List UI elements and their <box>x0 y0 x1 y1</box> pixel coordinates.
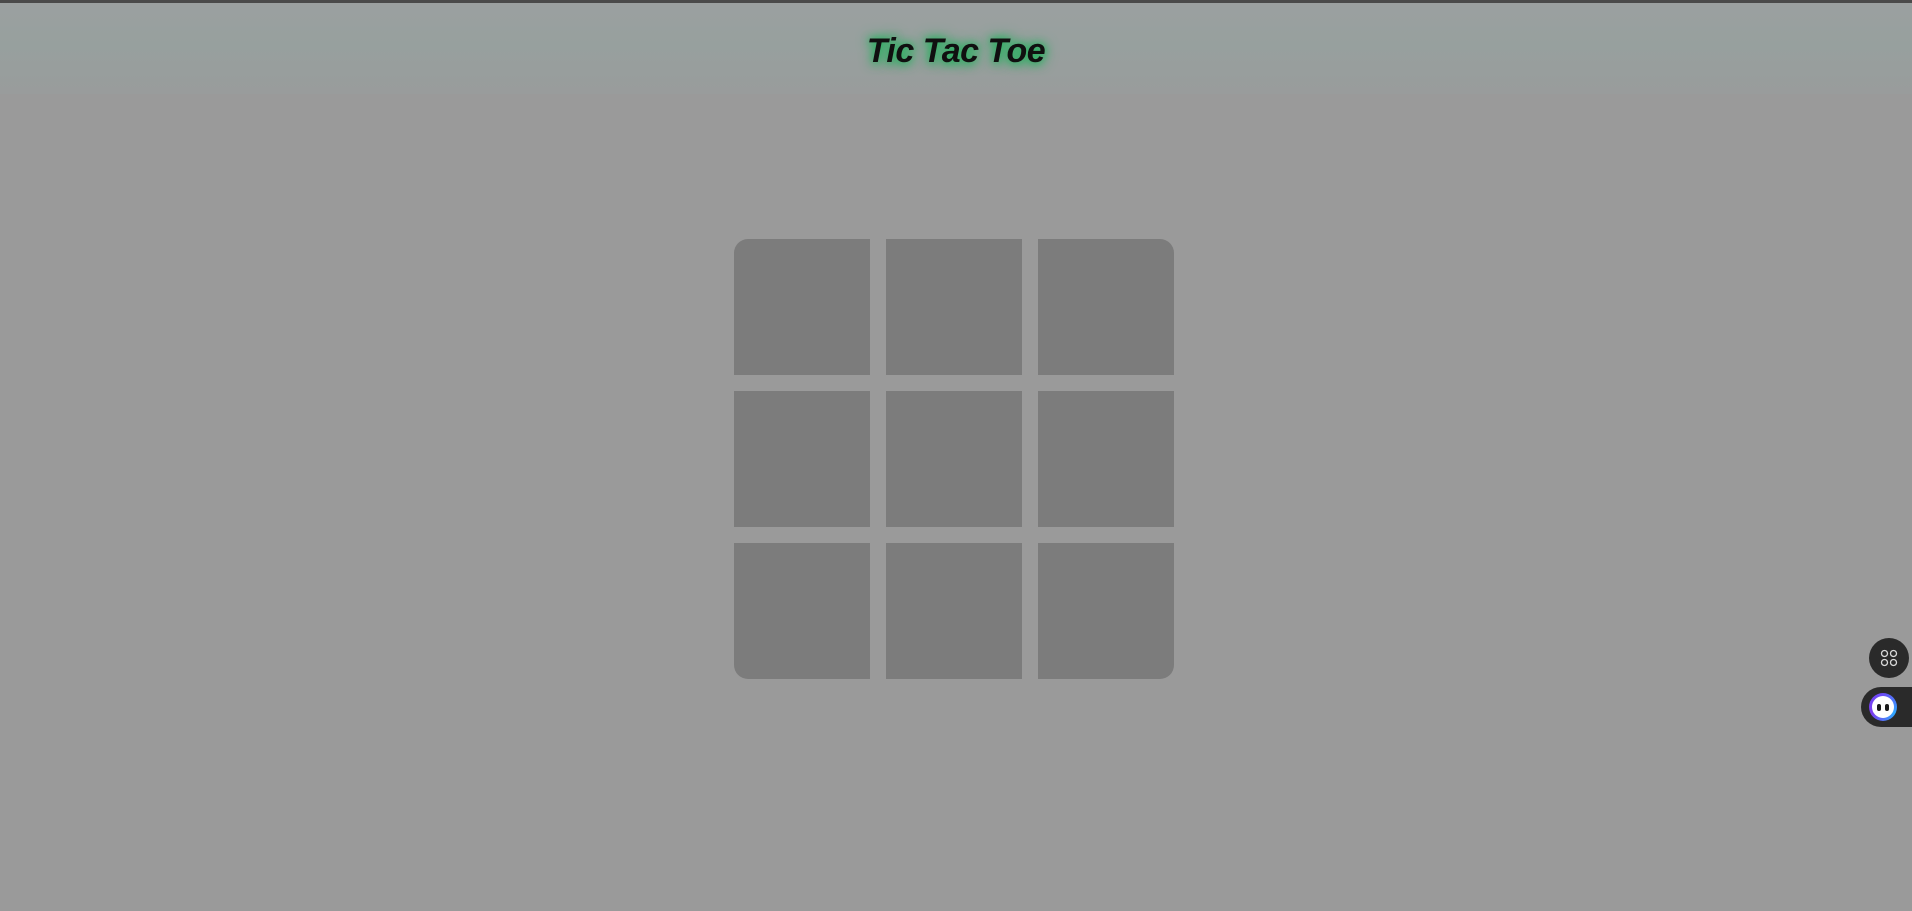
board-cell-5[interactable] <box>886 391 1022 527</box>
board-cell-3[interactable] <box>1038 239 1174 375</box>
board-cell-8[interactable] <box>886 543 1022 679</box>
board-cell-6[interactable] <box>1038 391 1174 527</box>
board-cell-2[interactable] <box>886 239 1022 375</box>
board-cell-9[interactable] <box>1038 543 1174 679</box>
board-cell-4[interactable] <box>734 391 870 527</box>
assistant-eye-right <box>1885 703 1889 711</box>
grid-apps-icon <box>1880 649 1898 667</box>
board-cell-1[interactable] <box>734 239 870 375</box>
game-board <box>734 239 1174 679</box>
board-cell-7[interactable] <box>734 543 870 679</box>
assistant-eye-left <box>1877 703 1881 711</box>
assistant-face-icon <box>1869 693 1897 721</box>
page-title: Tic Tac Toe <box>866 32 1046 70</box>
apps-button[interactable] <box>1869 638 1909 678</box>
header-bar: Tic Tac Toe <box>0 3 1912 94</box>
assistant-button[interactable] <box>1861 687 1912 727</box>
